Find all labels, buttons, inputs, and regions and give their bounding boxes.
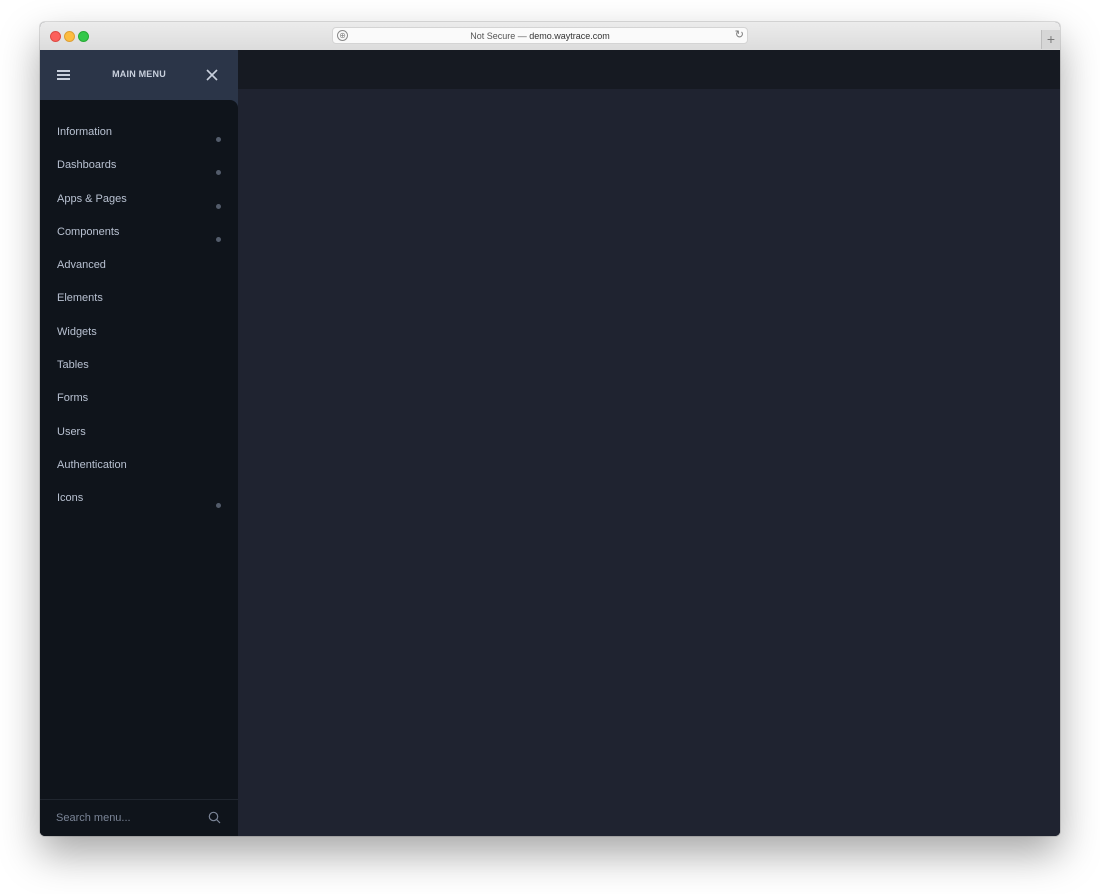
submenu-indicator-icon: [216, 170, 221, 176]
zoom-window-button[interactable]: [78, 31, 89, 42]
sidebar-item-apps-pages[interactable]: Apps & Pages: [40, 180, 238, 213]
app-area: MAIN MENU Information Dashboards Apps & …: [40, 50, 1060, 836]
url-security-label: Not Secure —: [470, 31, 527, 41]
url-host: demo.waytrace.com: [529, 31, 610, 41]
main-menu-list: Information Dashboards Apps & Pages Comp…: [40, 113, 238, 513]
sidebar-item-label: Dashboards: [57, 159, 117, 172]
menu-search-area: [40, 799, 238, 836]
sidebar-item-authentication[interactable]: Authentication: [40, 446, 238, 479]
close-window-button[interactable]: [50, 31, 61, 42]
sidebar-item-users[interactable]: Users: [40, 413, 238, 446]
submenu-indicator-icon: [216, 236, 221, 242]
main-content-area: [238, 89, 1060, 836]
new-tab-button[interactable]: +: [1041, 30, 1060, 49]
sidebar-item-label: Widgets: [57, 325, 97, 338]
top-header-bar: [238, 50, 1060, 89]
browser-titlebar: ⊕ Not Secure — demo.waytrace.com ↻ +: [40, 22, 1060, 51]
sidebar-item-label: Icons: [57, 492, 84, 505]
sidebar-item-forms[interactable]: Forms: [40, 379, 238, 412]
sidebar-item-label: Advanced: [57, 259, 106, 272]
sidebar-item-label: Tables: [57, 359, 89, 372]
sidebar-item-widgets[interactable]: Widgets: [40, 313, 238, 346]
sidebar-item-label: Elements: [57, 292, 103, 305]
sidebar-item-elements[interactable]: Elements: [40, 279, 238, 312]
submenu-indicator-icon: [216, 203, 221, 209]
sidebar-item-label: Components: [57, 225, 120, 238]
sidebar: MAIN MENU Information Dashboards Apps & …: [40, 50, 238, 836]
sidebar-menu-panel: Information Dashboards Apps & Pages Comp…: [40, 100, 238, 836]
menu-search-input[interactable]: [56, 810, 206, 826]
search-icon[interactable]: [208, 811, 221, 824]
close-icon[interactable]: [205, 68, 219, 82]
submenu-indicator-icon: [216, 503, 221, 509]
sidebar-item-icons[interactable]: Icons: [40, 479, 238, 512]
browser-window: ⊕ Not Secure — demo.waytrace.com ↻ + MAI…: [40, 22, 1060, 836]
reload-icon[interactable]: ↻: [735, 29, 744, 42]
sidebar-item-label: Information: [57, 126, 113, 138]
sidebar-item-label: Forms: [57, 392, 89, 405]
url-text: Not Secure — demo.waytrace.com: [333, 30, 747, 42]
sidebar-item-label: Users: [57, 425, 86, 438]
sidebar-item-tables[interactable]: Tables: [40, 346, 238, 379]
sidebar-item-components[interactable]: Components: [40, 213, 238, 246]
submenu-indicator-icon: [216, 137, 221, 142]
sidebar-header: MAIN MENU: [40, 50, 238, 100]
sidebar-item-dashboards[interactable]: Dashboards: [40, 146, 238, 179]
minimize-window-button[interactable]: [64, 31, 75, 42]
sidebar-item-label: Apps & Pages: [57, 192, 127, 205]
address-bar[interactable]: ⊕ Not Secure — demo.waytrace.com ↻: [332, 27, 748, 44]
sidebar-item-advanced[interactable]: Advanced: [40, 246, 238, 279]
sidebar-item-information[interactable]: Information: [40, 113, 238, 146]
sidebar-item-label: Authentication: [57, 458, 127, 471]
